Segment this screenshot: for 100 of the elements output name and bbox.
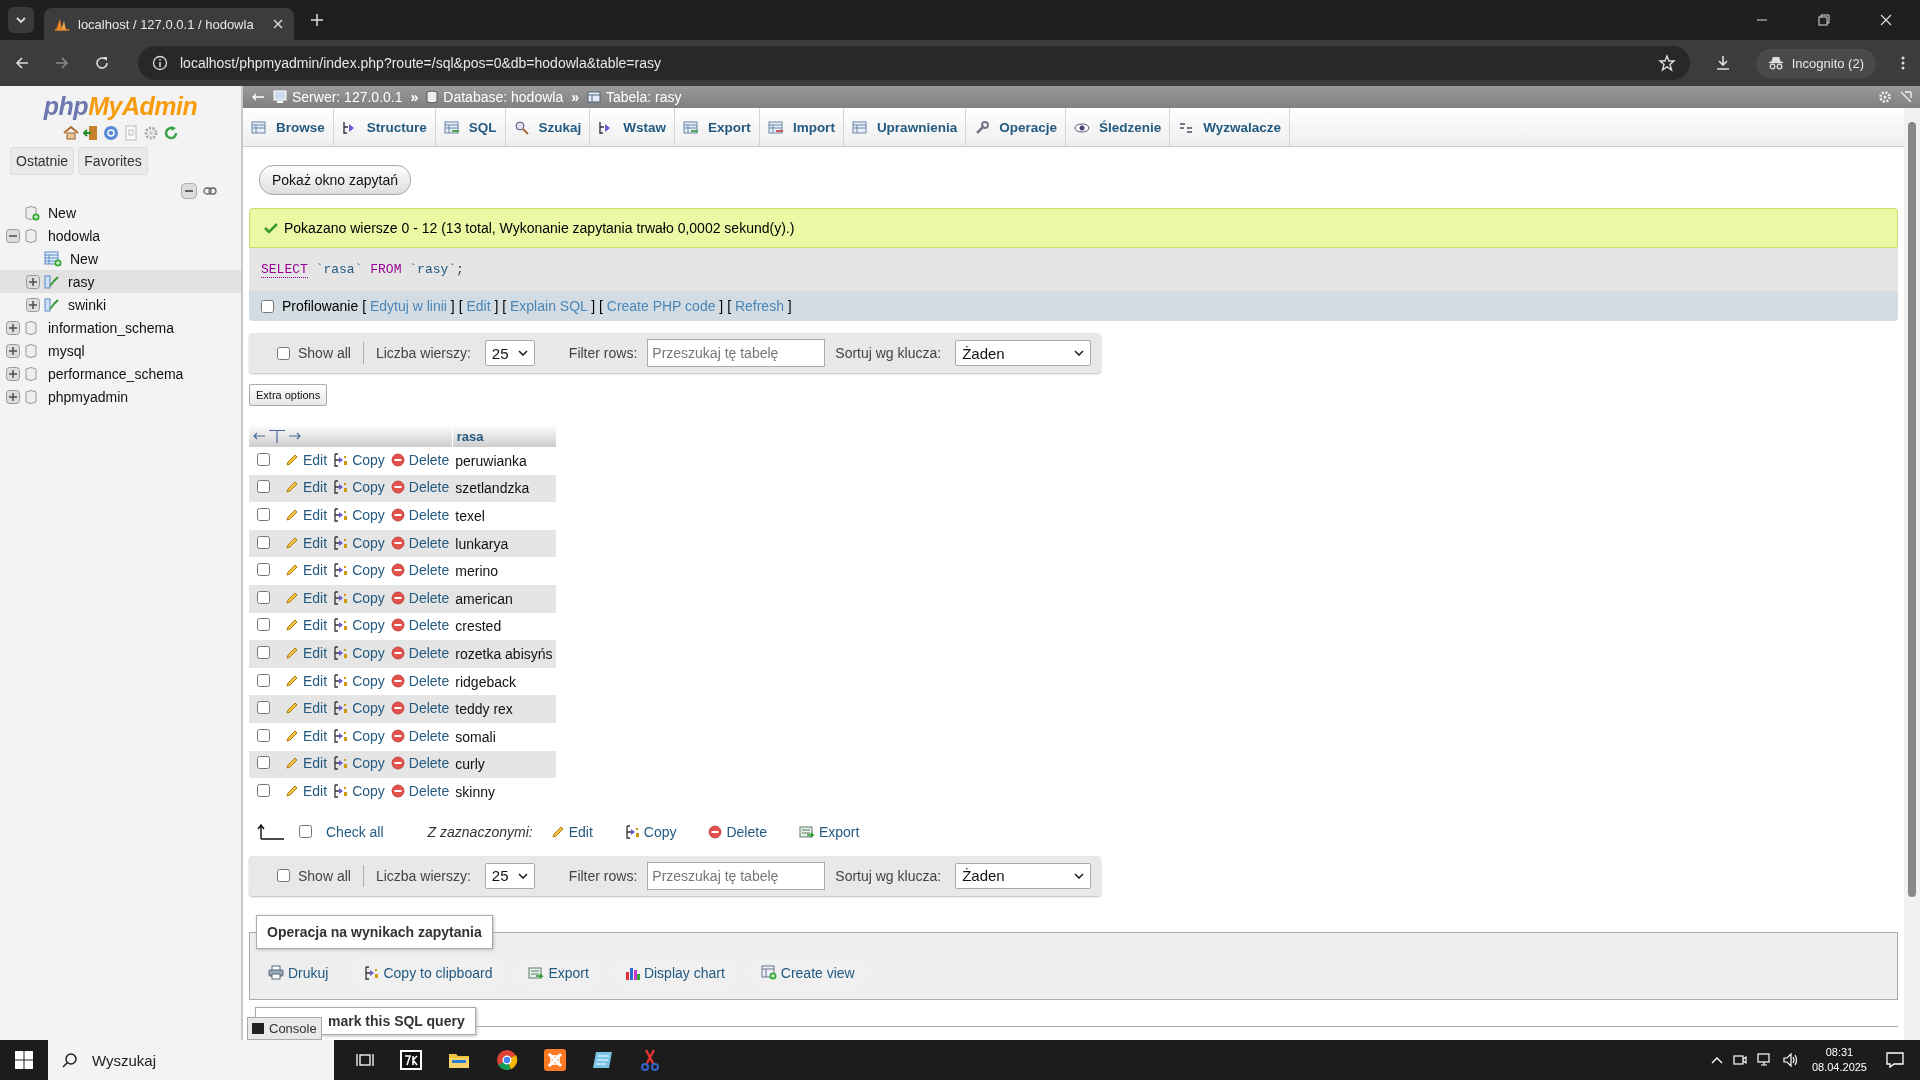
rows-dropdown[interactable]: 25 (484, 862, 535, 889)
copy-link[interactable]: Copy (624, 823, 677, 840)
column-header[interactable]: rasa (452, 425, 556, 447)
row-checkbox[interactable] (257, 756, 270, 770)
close-icon[interactable] (272, 18, 284, 30)
tree-item[interactable]: mysql (0, 339, 241, 362)
new-tab-icon[interactable] (310, 13, 324, 27)
row-checkbox[interactable] (257, 590, 270, 604)
browser-tab[interactable]: localhost / 127.0.0.1 / hodowla (44, 8, 294, 40)
checkbox[interactable] (299, 825, 312, 839)
copy-link[interactable]: Copy (333, 562, 385, 579)
copy-link[interactable]: Copy (333, 782, 385, 799)
copy-link[interactable]: Copy (333, 672, 385, 689)
scrollbar[interactable] (1904, 108, 1920, 1040)
star-icon[interactable] (1657, 54, 1676, 72)
arrow-left-icon[interactable] (251, 92, 265, 102)
windows-start-icon[interactable] (15, 1051, 33, 1069)
archive-app-icon[interactable] (400, 1050, 422, 1070)
collapse-all-icon[interactable] (181, 183, 197, 199)
sort-dropdown[interactable]: Żaden (955, 340, 1092, 366)
row-checkbox[interactable] (257, 480, 270, 494)
tab[interactable]: Śledzenie (1065, 108, 1171, 146)
task-view-icon[interactable] (356, 1052, 374, 1068)
delete-link[interactable]: Delete (390, 617, 450, 634)
delete-link[interactable]: Delete (708, 823, 767, 840)
copy-link[interactable]: Copy (333, 617, 385, 634)
tab[interactable]: Export (675, 108, 760, 146)
tab[interactable]: Operacje (966, 108, 1066, 146)
volume-icon[interactable] (1782, 1053, 1799, 1067)
notebook-icon[interactable] (592, 1050, 614, 1070)
help-icon[interactable] (102, 125, 119, 141)
export-link[interactable]: Export (798, 823, 860, 840)
collapse-icon[interactable] (6, 228, 20, 243)
delete-link[interactable]: Delete (390, 451, 450, 468)
expand-icon[interactable] (6, 366, 20, 381)
sql-keyword-link[interactable]: SELECT (261, 262, 308, 278)
print-button[interactable]: Drukuj (268, 956, 343, 989)
tab[interactable]: SQL (435, 108, 506, 146)
tree-item[interactable]: swinki (0, 293, 241, 316)
row-checkbox[interactable] (257, 701, 270, 715)
checkbox[interactable] (277, 869, 290, 883)
expand-icon[interactable] (26, 274, 40, 289)
tab[interactable]: Uprawnienia (843, 108, 967, 146)
expand-icon[interactable] (6, 320, 20, 335)
restore-icon[interactable] (1818, 14, 1830, 26)
close-icon[interactable] (1880, 14, 1892, 26)
rows-dropdown[interactable]: 25 (484, 340, 535, 366)
incognito-button[interactable]: Incognito (2) (1755, 48, 1876, 78)
tab[interactable]: Szukaj (505, 108, 591, 146)
sidebar-tab[interactable]: Favorites (78, 147, 148, 175)
show-all-label[interactable]: Show all (298, 867, 351, 884)
home-icon[interactable] (62, 125, 79, 141)
show-query-button[interactable]: Pokaż okno zapytań (259, 165, 412, 195)
delete-link[interactable]: Delete (390, 562, 450, 579)
edit-link[interactable]: Edit (285, 451, 328, 468)
notifications-icon[interactable] (1886, 1052, 1904, 1068)
copy-link[interactable]: Copy (333, 727, 385, 744)
tree-item[interactable]: information_schema (0, 316, 241, 339)
row-checkbox[interactable] (257, 563, 270, 577)
row-checkbox[interactable] (257, 452, 270, 466)
tab[interactable]: Import (759, 108, 844, 146)
tree-item[interactable]: hodowla (0, 224, 241, 247)
more-icon[interactable] (1900, 55, 1906, 71)
filter-field[interactable]: Przeszukaj tę tabelę (647, 861, 826, 890)
tab[interactable]: Wyzwalacze (1170, 108, 1291, 146)
expand-icon[interactable] (6, 389, 20, 404)
forward-icon[interactable] (54, 55, 70, 71)
tab[interactable]: Browse (243, 108, 334, 146)
exit-icon[interactable] (82, 125, 99, 141)
chevron-up-icon[interactable] (1710, 1056, 1723, 1064)
clock-date[interactable]: 08.04.2025 (1811, 1060, 1867, 1075)
row-checkbox[interactable] (257, 508, 270, 521)
address-bar[interactable]: localhost/phpmyadmin/index.php?route=/sql&pos=0&db=hodowla&table=rasy (138, 46, 1690, 80)
delete-link[interactable]: Delete (390, 782, 450, 799)
row-checkbox[interactable] (257, 783, 270, 797)
row-checkbox[interactable] (257, 535, 270, 549)
copy-link[interactable]: Copy (333, 451, 385, 468)
row-checkbox[interactable] (257, 645, 270, 659)
tree-item[interactable]: performance_schema (0, 362, 241, 385)
expand-icon[interactable] (6, 343, 20, 358)
column-arrows-icon[interactable] (253, 429, 301, 443)
taskbar-search-field[interactable]: Wyszukaj (48, 1040, 334, 1080)
show-all-label[interactable]: Show all (298, 345, 351, 361)
tree-item[interactable]: New (0, 247, 241, 270)
reload-icon[interactable] (94, 55, 110, 71)
sort-dropdown[interactable]: Żaden (955, 862, 1092, 889)
edit-link[interactable]: Edit (285, 562, 328, 579)
check-all-link[interactable]: Check all (326, 823, 384, 840)
snipping-icon[interactable] (640, 1049, 660, 1071)
sidebar-tab[interactable]: Ostatnie (10, 147, 75, 175)
edit-link[interactable]: Edit (285, 617, 328, 634)
edit-link[interactable]: Edit (550, 823, 593, 840)
tree-item[interactable]: New (0, 201, 241, 224)
tree-item[interactable]: phpmyadmin (0, 385, 241, 408)
back-icon[interactable] (14, 55, 30, 71)
edit-link[interactable]: Edit (285, 507, 328, 523)
folder-icon[interactable] (448, 1051, 470, 1069)
delete-link[interactable]: Delete (390, 672, 450, 689)
network-icon[interactable] (1756, 1053, 1773, 1067)
edit-link[interactable]: Edit (285, 672, 328, 689)
